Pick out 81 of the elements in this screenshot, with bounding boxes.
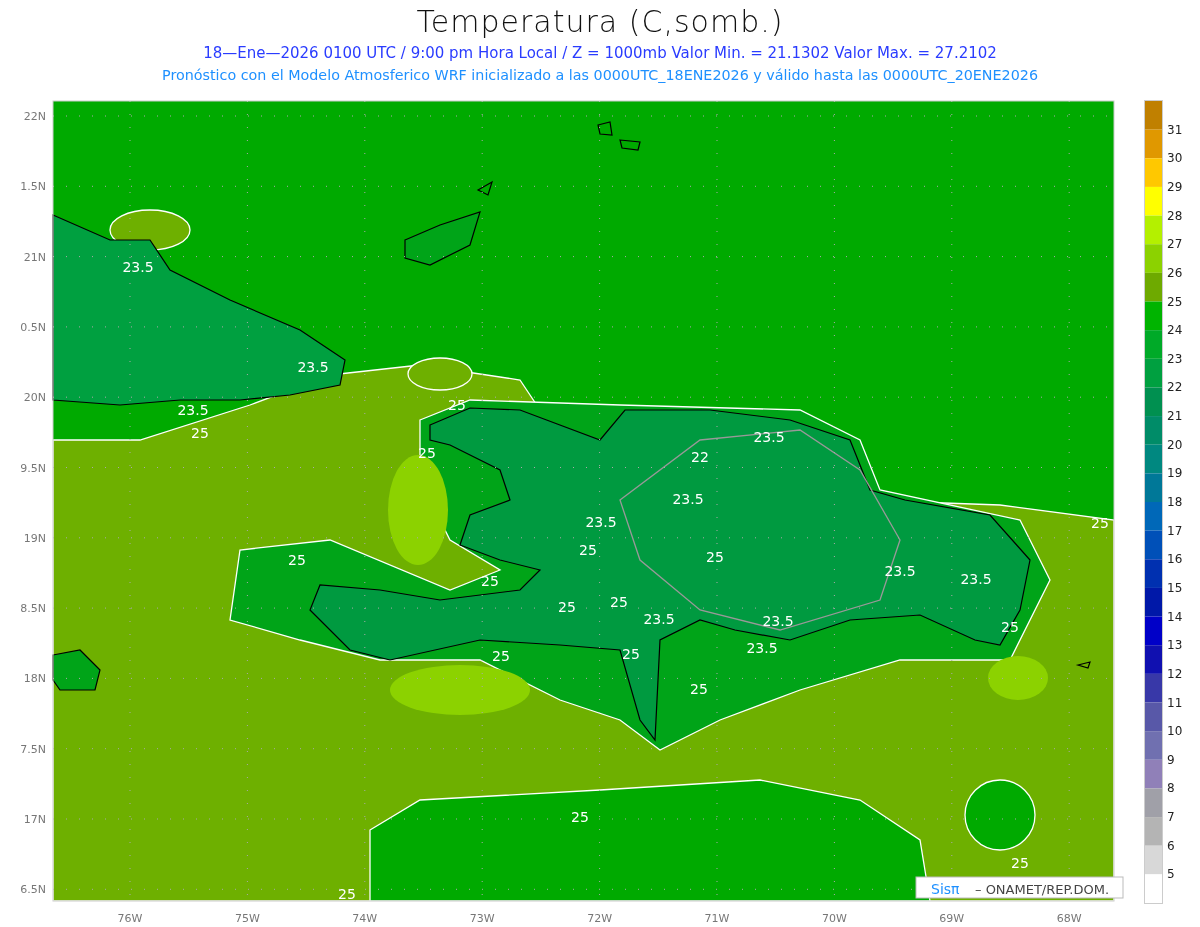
contour-label: 23.5 — [884, 563, 916, 579]
legend-label: 22 — [1167, 380, 1183, 395]
legend-label: 6 — [1167, 838, 1175, 853]
contour-label: 22 — [691, 449, 709, 465]
latitude-label: 7.5N — [20, 742, 46, 756]
legend-label: 10 — [1167, 724, 1183, 739]
latitude-label: 18N — [23, 672, 46, 686]
contour-label: 25 — [571, 809, 589, 825]
longitude-label: 69W — [939, 912, 965, 925]
contour-label: 25 — [492, 648, 510, 664]
contour-label: 25 — [610, 594, 628, 610]
contour-label: 23.5 — [585, 514, 617, 530]
legend-label: 28 — [1167, 208, 1183, 223]
contour-label: 23.5 — [960, 571, 992, 587]
contour-label: 23.5 — [177, 402, 209, 418]
latitude-label: 0.5N — [20, 320, 46, 334]
contour-label: 23.5 — [297, 359, 329, 375]
contour-label: 25 — [558, 599, 576, 615]
legend-label: 15 — [1167, 580, 1183, 595]
longitude-label: 75W — [234, 912, 260, 925]
latitude-label: 1.5N — [20, 180, 46, 194]
longitude-label: 72W — [587, 912, 613, 925]
credit-text: – ONAMET/REP.DOM. — [975, 882, 1110, 897]
legend-label: 14 — [1167, 609, 1183, 624]
chart-subtitle: 18—Ene—2026 0100 UTC / 9:00 pm Hora Local / Z = 1000mb Valor Min. = 21.1302 Valor Max. = 27.2102 — [202, 43, 998, 64]
legend-label: 30 — [1167, 151, 1183, 166]
longitude-label: 73W — [469, 912, 495, 925]
legend-label: 20 — [1167, 437, 1183, 452]
legend-label: 23 — [1167, 351, 1183, 366]
latitude-label: 22N — [23, 110, 46, 123]
contour-label: 23.5 — [122, 259, 154, 275]
legend-label: 16 — [1167, 552, 1183, 567]
legend-label: 27 — [1167, 237, 1183, 252]
contour-label: 25 — [191, 425, 209, 441]
latitude-label: 9.5N — [20, 461, 46, 475]
contour-label: 25 — [1001, 619, 1019, 635]
legend-label: 18 — [1167, 495, 1183, 509]
contour-label: 25 — [338, 886, 356, 902]
latitude-label: 21N — [23, 250, 46, 264]
legend-label: 8 — [1167, 781, 1175, 796]
contour-label: 23.5 — [643, 611, 675, 627]
legend-label: 12 — [1167, 666, 1183, 681]
legend-label: 17 — [1167, 523, 1183, 538]
contour-label: 25 — [1091, 515, 1109, 531]
legend-label: 11 — [1167, 695, 1183, 710]
contour-label: 25 — [706, 549, 724, 565]
contour-label: 23.5 — [753, 429, 785, 445]
credit-brand: Sisπ — [931, 881, 960, 897]
contour-label: 25 — [579, 542, 597, 558]
contour-label: 25 — [1011, 855, 1029, 871]
latitude-label: 8.5N — [20, 602, 46, 616]
legend-label: 5 — [1167, 867, 1175, 882]
legend-label: 31 — [1167, 122, 1183, 137]
longitude-label: 71W — [704, 912, 730, 925]
longitude-label: 68W — [1056, 912, 1082, 925]
longitude-label: 70W — [821, 912, 847, 925]
longitude-label: 76W — [117, 912, 143, 925]
chart-title: Temperatura (C,somb.) — [415, 3, 785, 41]
legend-label: 7 — [1167, 810, 1175, 825]
latitude-label: 20N — [23, 391, 46, 405]
legend-label: 24 — [1167, 323, 1183, 338]
latitude-label: 6.5N — [20, 883, 46, 897]
legend-label: 25 — [1167, 294, 1183, 309]
legend-label: 21 — [1167, 409, 1183, 424]
contour-label: 23.5 — [672, 491, 704, 507]
legend-label: 19 — [1167, 466, 1183, 481]
latitude-label: 17N — [23, 813, 46, 826]
contour-label: 25 — [288, 552, 306, 568]
contour-label: 25 — [418, 445, 436, 461]
contour-label: 23.5 — [746, 640, 778, 656]
contour-label: 25 — [690, 681, 708, 697]
contour-label: 25 — [622, 646, 640, 662]
latitude-label: 19N — [23, 531, 46, 545]
legend-label: 26 — [1167, 265, 1183, 280]
contour-label: 25 — [481, 573, 499, 589]
legend-label: 9 — [1167, 752, 1175, 767]
legend-label: 13 — [1167, 638, 1183, 653]
longitude-label: 74W — [352, 912, 378, 925]
legend-label: 29 — [1167, 179, 1183, 194]
chart-description: Pronóstico con el Modelo Atmosferico WRF inicializado a las 0000UTC_18ENE2026 y válido hasta las 0000UTC_20ENE2026 — [161, 66, 1039, 85]
contour-label: 23.5 — [762, 613, 794, 629]
